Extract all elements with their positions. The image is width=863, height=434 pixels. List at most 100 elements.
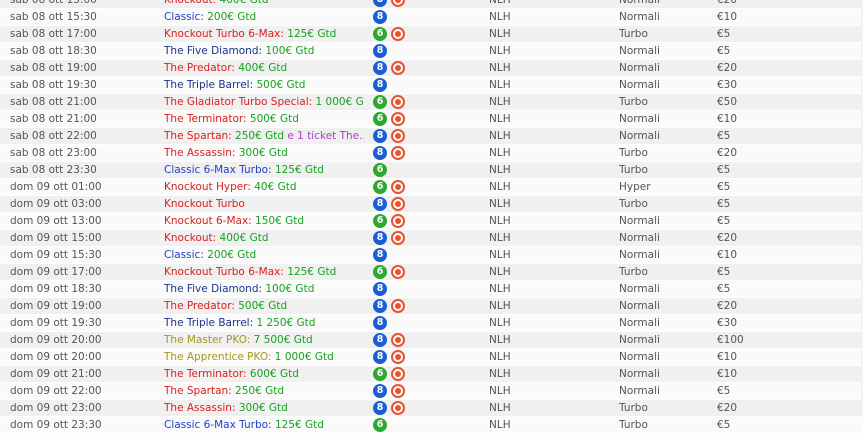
knockout-target-icon	[391, 129, 405, 143]
tournament-name[interactable]: Knockout:	[164, 232, 216, 244]
tournament-name[interactable]: The Triple Barrel:	[164, 317, 253, 329]
tournament-name-cell[interactable]: The Triple Barrel: 1 250€ Gtd	[164, 315, 364, 331]
tournament-name[interactable]: Knockout Turbo 6-Max:	[164, 266, 284, 278]
table-row[interactable]: dom 09 ott 17:00 Knockout Turbo 6-Max: 12…	[0, 264, 863, 281]
tournament-name[interactable]: The Master PKO:	[164, 334, 250, 346]
table-row[interactable]: dom 09 ott 23:00 The Assassin: 300€ Gtd 8 N…	[0, 400, 863, 417]
table-row[interactable]: sab 08 ott 19:00 The Predator: 400€ Gtd 8 N…	[0, 60, 863, 77]
tournament-name-cell[interactable]: Knockout: 400€ Gtd	[164, 0, 364, 8]
table-row[interactable]: dom 09 ott 20:00 The Master PKO: 7 500€ G…	[0, 332, 863, 349]
tournament-name[interactable]: The Assassin:	[164, 402, 235, 414]
tournament-name[interactable]: Knockout Hyper:	[164, 181, 251, 193]
tournament-name[interactable]: Classic 6-Max Turbo:	[164, 164, 272, 176]
table-row[interactable]: sab 08 ott 22:00 The Spartan: 250€ Gtd e …	[0, 128, 863, 145]
tournament-name-cell[interactable]: Classic 6-Max Turbo: 125€ Gtd	[164, 417, 364, 433]
tournament-name[interactable]: Knockout 6-Max:	[164, 215, 252, 227]
tournament-name[interactable]: The Gladiator Turbo Special:	[164, 96, 312, 108]
speed: Turbo	[619, 147, 648, 159]
table-row[interactable]: sab 08 ott 21:00 The Terminator: 500€ Gtd…	[0, 111, 863, 128]
start-date: sab 08 ott 17:00	[10, 28, 97, 40]
tournament-name-cell[interactable]: Knockout Hyper: 40€ Gtd	[164, 179, 364, 195]
table-row[interactable]: dom 09 ott 01:00 Knockout Hyper: 40€ Gtd 6…	[0, 179, 863, 196]
tournament-name-cell[interactable]: The Five Diamond: 100€ Gtd	[164, 43, 364, 59]
tournament-name[interactable]: The Terminator:	[164, 368, 247, 380]
tournament-name-cell[interactable]: The Assassin: 300€ Gtd	[164, 400, 364, 416]
eight-max-icon: 8	[373, 61, 387, 75]
guarantee: 300€ Gtd	[238, 402, 288, 414]
tournament-name[interactable]: The Five Diamond:	[164, 45, 262, 57]
tournament-name[interactable]: The Five Diamond:	[164, 283, 262, 295]
tournament-name[interactable]: Classic:	[164, 11, 204, 23]
tournament-name-cell[interactable]: The Assassin: 300€ Gtd	[164, 145, 364, 161]
tournament-name-cell[interactable]: Knockout: 400€ Gtd	[164, 230, 364, 246]
table-row[interactable]: dom 09 ott 15:30 Classic: 200€ Gtd 8 NLH Nor…	[0, 247, 863, 264]
table-row[interactable]: sab 08 ott 23:00 The Assassin: 300€ Gtd 8 N…	[0, 145, 863, 162]
tournament-name[interactable]: Knockout:	[164, 0, 216, 6]
tournament-name[interactable]: The Spartan:	[164, 385, 232, 397]
tournament-name[interactable]: Classic:	[164, 249, 204, 261]
format-icons: 8	[373, 383, 433, 399]
tournament-name-cell[interactable]: Classic: 200€ Gtd	[164, 247, 364, 263]
tournament-name-cell[interactable]: The Terminator: 600€ Gtd	[164, 366, 364, 382]
table-row[interactable]: dom 09 ott 13:00 Knockout 6-Max: 150€ Gtd…	[0, 213, 863, 230]
guarantee: 125€ Gtd	[287, 28, 337, 40]
guarantee: 1 000€ Gtd	[274, 351, 334, 363]
guarantee: 250€ Gtd	[235, 130, 285, 142]
knockout-target-icon	[391, 61, 405, 75]
tournament-name-cell[interactable]: The Terminator: 500€ Gtd	[164, 111, 364, 127]
table-row[interactable]: sab 08 ott 15:00 Knockout: 400€ Gtd 8 NLH No…	[0, 0, 863, 9]
eight-max-icon: 8	[373, 146, 387, 160]
table-row[interactable]: dom 09 ott 20:00 The Apprentice PKO: 1 00…	[0, 349, 863, 366]
game-type: NLH	[489, 215, 511, 227]
format-icons: 8	[373, 0, 433, 8]
tournament-name-cell[interactable]: The Predator: 500€ Gtd	[164, 298, 364, 314]
tournament-name[interactable]: The Predator:	[164, 300, 235, 312]
table-row[interactable]: sab 08 ott 23:30 Classic 6-Max Turbo: 125…	[0, 162, 863, 179]
table-row[interactable]: dom 09 ott 15:00 Knockout: 400€ Gtd 8 NLH No…	[0, 230, 863, 247]
format-icons: 8	[373, 247, 433, 263]
table-row[interactable]: dom 09 ott 18:30 The Five Diamond: 100€ G…	[0, 281, 863, 298]
tournament-name[interactable]: Knockout Turbo 6-Max:	[164, 28, 284, 40]
table-row[interactable]: dom 09 ott 23:30 Classic 6-Max Turbo: 125…	[0, 417, 863, 434]
tournament-name-cell[interactable]: The Gladiator Turbo Special: 1 000€ Gtd	[164, 94, 364, 110]
tournament-name-cell[interactable]: The Master PKO: 7 500€ Gtd	[164, 332, 364, 348]
start-date: sab 08 ott 22:00	[10, 130, 97, 142]
start-date: dom 09 ott 23:30	[10, 419, 102, 431]
tournament-name-cell[interactable]: The Apprentice PKO: 1 000€ Gtd	[164, 349, 364, 365]
tournament-name-cell[interactable]: The Triple Barrel: 500€ Gtd	[164, 77, 364, 93]
table-row[interactable]: sab 08 ott 17:00 Knockout Turbo 6-Max: 12…	[0, 26, 863, 43]
tournament-name[interactable]: Classic 6-Max Turbo:	[164, 419, 272, 431]
tournament-name-cell[interactable]: Knockout Turbo	[164, 196, 364, 212]
tournament-name[interactable]: The Triple Barrel:	[164, 79, 253, 91]
buy-in: €5	[717, 266, 731, 278]
tournament-name-cell[interactable]: The Spartan: 250€ Gtd e 1 ticket The...	[164, 128, 364, 144]
tournament-name[interactable]: The Assassin:	[164, 147, 235, 159]
tournament-name-cell[interactable]: Knockout 6-Max: 150€ Gtd	[164, 213, 364, 229]
tournament-name-cell[interactable]: Classic: 200€ Gtd	[164, 9, 364, 25]
game-type: NLH	[489, 130, 511, 142]
table-row[interactable]: dom 09 ott 21:00 The Terminator: 600€ Gtd…	[0, 366, 863, 383]
knockout-target-icon	[391, 146, 405, 160]
guarantee: 1 000€ Gtd	[315, 96, 365, 108]
table-row[interactable]: sab 08 ott 18:30 The Five Diamond: 100€ G…	[0, 43, 863, 60]
tournament-name[interactable]: The Apprentice PKO:	[164, 351, 271, 363]
table-row[interactable]: sab 08 ott 21:00 The Gladiator Turbo Spec…	[0, 94, 863, 111]
table-row[interactable]: sab 08 ott 15:30 Classic: 200€ Gtd 8 NLH Nor…	[0, 9, 863, 26]
tournament-name[interactable]: The Terminator:	[164, 113, 247, 125]
tournament-name[interactable]: Knockout Turbo	[164, 198, 245, 210]
tournament-name-cell[interactable]: The Predator: 400€ Gtd	[164, 60, 364, 76]
table-row[interactable]: sab 08 ott 19:30 The Triple Barrel: 500€ …	[0, 77, 863, 94]
tournament-name-cell[interactable]: Classic 6-Max Turbo: 125€ Gtd	[164, 162, 364, 178]
table-row[interactable]: dom 09 ott 03:00 Knockout Turbo 8 NLH Turbo €…	[0, 196, 863, 213]
tournament-name[interactable]: The Predator:	[164, 62, 235, 74]
tournament-name[interactable]: The Spartan:	[164, 130, 232, 142]
tournament-name-cell[interactable]: Knockout Turbo 6-Max: 125€ Gtd	[164, 26, 364, 42]
knockout-target-icon	[391, 95, 405, 109]
table-row[interactable]: dom 09 ott 19:00 The Predator: 500€ Gtd 8 N…	[0, 298, 863, 315]
table-row[interactable]: dom 09 ott 19:30 The Triple Barrel: 1 250…	[0, 315, 863, 332]
tournament-name-cell[interactable]: The Five Diamond: 100€ Gtd	[164, 281, 364, 297]
tournament-name-cell[interactable]: Knockout Turbo 6-Max: 125€ Gtd	[164, 264, 364, 280]
game-type: NLH	[489, 181, 511, 193]
table-row[interactable]: dom 09 ott 22:00 The Spartan: 250€ Gtd 8 NL…	[0, 383, 863, 400]
tournament-name-cell[interactable]: The Spartan: 250€ Gtd	[164, 383, 364, 399]
